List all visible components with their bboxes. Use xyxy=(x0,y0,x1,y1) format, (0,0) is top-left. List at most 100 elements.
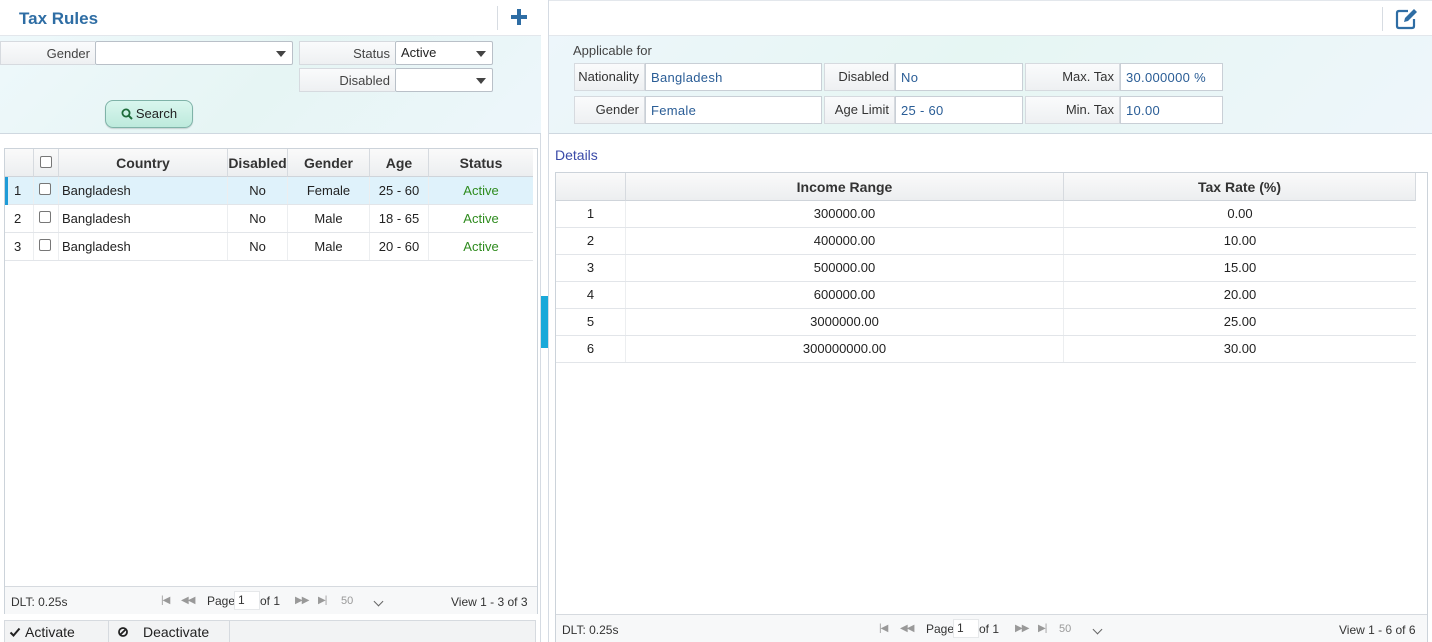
disabled-cell: No xyxy=(228,205,288,232)
age-column-header[interactable]: Age xyxy=(370,149,429,177)
tax-rate-column-header[interactable]: Tax Rate (%) xyxy=(1064,173,1416,201)
row-number: 2 xyxy=(556,228,626,254)
page-count: of 1 xyxy=(979,622,1000,636)
first-page-icon[interactable]: |◀ xyxy=(161,595,170,606)
row-number: 3 xyxy=(5,233,34,260)
row-number: 6 xyxy=(556,336,626,362)
max-tax-label: Max. Tax xyxy=(1025,63,1120,91)
min-tax-label: Min. Tax xyxy=(1025,96,1120,124)
view-records-text: View 1 - 3 of 3 xyxy=(451,595,528,609)
gender-column-header[interactable]: Gender xyxy=(288,149,370,177)
page-title: Tax Rules xyxy=(19,9,99,28)
age-cell: 20 - 60 xyxy=(370,233,429,260)
page-input[interactable]: 1 xyxy=(953,619,979,638)
table-row[interactable]: 5 3000000.00 25.00 xyxy=(556,309,1416,336)
ban-icon xyxy=(118,627,128,637)
row-checkbox[interactable] xyxy=(39,239,51,251)
disabled-column-header[interactable]: Disabled xyxy=(228,149,288,177)
table-row[interactable]: 1 Bangladesh No Female 25 - 60 Active xyxy=(5,177,533,205)
gender-cell: Female xyxy=(288,177,370,204)
chevron-down-icon xyxy=(276,51,286,57)
row-checkbox[interactable] xyxy=(39,211,51,223)
rows-per-page-select[interactable]: 50 xyxy=(1059,623,1071,635)
add-button[interactable] xyxy=(507,5,531,29)
table-row[interactable]: 3 Bangladesh No Male 20 - 60 Active xyxy=(5,233,533,261)
activate-button[interactable]: Activate xyxy=(5,621,109,642)
tax-rule-detail-panel: Applicable for Nationality Bangladesh Di… xyxy=(548,0,1432,642)
first-page-icon[interactable]: |◀ xyxy=(879,623,888,634)
chevron-down-icon xyxy=(476,51,486,57)
page-label: Page xyxy=(926,622,955,636)
left-pager: DLT: 0.25s |◀ ◀◀ Page 1 of 1 ▶▶ ▶| 50 Vi… xyxy=(5,586,537,614)
select-all-header xyxy=(34,149,59,177)
disabled-cell: No xyxy=(228,233,288,260)
gender-select[interactable] xyxy=(95,41,293,65)
next-page-icon[interactable]: ▶▶ xyxy=(1015,623,1029,634)
last-page-icon[interactable]: ▶| xyxy=(318,595,327,606)
row-number: 1 xyxy=(5,177,34,204)
table-row[interactable]: 1 300000.00 0.00 xyxy=(556,201,1416,228)
gender-cell: Male xyxy=(288,205,370,232)
view-records-text: View 1 - 6 of 6 xyxy=(1339,623,1416,637)
next-page-icon[interactable]: ▶▶ xyxy=(295,595,309,606)
row-checkbox-cell xyxy=(34,233,59,260)
table-row[interactable]: 2 Bangladesh No Male 18 - 65 Active xyxy=(5,205,533,233)
table-row[interactable]: 3 500000.00 15.00 xyxy=(556,255,1416,282)
status-select[interactable]: Active xyxy=(395,41,493,65)
prev-page-icon[interactable]: ◀◀ xyxy=(181,595,195,606)
age-limit-label: Age Limit xyxy=(824,96,895,124)
age-limit-value: 25 - 60 xyxy=(895,96,1023,124)
tax-rules-page: Tax Rules Gender Status Active Disabled xyxy=(0,0,1432,642)
country-cell: Bangladesh xyxy=(59,177,228,204)
income-range-cell: 300000.00 xyxy=(626,201,1064,227)
dlt-text: DLT: 0.25s xyxy=(11,595,68,609)
right-header xyxy=(549,0,1432,36)
applicable-for-title: Applicable for xyxy=(573,43,652,58)
row-checkbox[interactable] xyxy=(39,183,51,195)
deactivate-label: Deactivate xyxy=(143,624,210,640)
tax-rules-table: Country Disabled Gender Age Status 1 Ban… xyxy=(4,148,538,614)
last-page-icon[interactable]: ▶| xyxy=(1038,623,1047,634)
age-cell: 25 - 60 xyxy=(370,177,429,204)
income-range-column-header[interactable]: Income Range xyxy=(626,173,1064,201)
filter-area: Gender Status Active Disabled Search xyxy=(0,36,541,134)
table-row[interactable]: 6 300000000.00 30.00 xyxy=(556,336,1416,363)
status-column-header[interactable]: Status xyxy=(429,149,533,177)
header-divider xyxy=(1382,7,1383,31)
country-column-header[interactable]: Country xyxy=(59,149,228,177)
income-range-cell: 600000.00 xyxy=(626,282,1064,308)
right-pager: DLT: 0.25s |◀ ◀◀ Page 1 of 1 ▶▶ ▶| 50 Vi… xyxy=(556,614,1427,642)
income-range-cell: 500000.00 xyxy=(626,255,1064,281)
min-tax-value: 10.00 xyxy=(1120,96,1223,124)
plus-icon xyxy=(511,9,527,25)
tax-rules-panel: Tax Rules Gender Status Active Disabled xyxy=(0,0,541,642)
status-cell: Active xyxy=(463,183,499,198)
row-checkbox-cell xyxy=(34,177,59,204)
tax-rate-cell: 0.00 xyxy=(1227,206,1253,221)
edit-button[interactable] xyxy=(1395,8,1419,30)
gender-label: Gender xyxy=(574,96,645,124)
search-button-label: Search xyxy=(135,106,178,121)
chevron-down-icon xyxy=(373,596,384,607)
select-all-checkbox[interactable] xyxy=(40,156,52,168)
search-button[interactable]: Search xyxy=(105,100,193,128)
country-cell: Bangladesh xyxy=(59,205,228,232)
country-cell: Bangladesh xyxy=(59,233,228,260)
page-input[interactable]: 1 xyxy=(234,591,260,610)
status-filter-label: Status xyxy=(299,41,395,65)
panel-splitter-handle[interactable] xyxy=(541,296,548,348)
tax-rate-cell: 15.00 xyxy=(1223,260,1257,275)
table-row[interactable]: 4 600000.00 20.00 xyxy=(556,282,1416,309)
income-range-cell: 400000.00 xyxy=(626,228,1064,254)
prev-page-icon[interactable]: ◀◀ xyxy=(900,623,914,634)
applicable-for-section: Applicable for Nationality Bangladesh Di… xyxy=(549,36,1432,134)
row-number: 4 xyxy=(556,282,626,308)
rows-per-page-select[interactable]: 50 xyxy=(341,595,353,607)
disabled-select[interactable] xyxy=(395,68,493,92)
action-bar: Activate Deactivate xyxy=(4,620,536,642)
status-cell: Active xyxy=(463,211,499,226)
row-number: 3 xyxy=(556,255,626,281)
table-row[interactable]: 2 400000.00 10.00 xyxy=(556,228,1416,255)
deactivate-button[interactable]: Deactivate xyxy=(109,621,230,642)
tax-slab-table: Income Range Tax Rate (%) 1 300000.00 0.… xyxy=(555,172,1428,642)
